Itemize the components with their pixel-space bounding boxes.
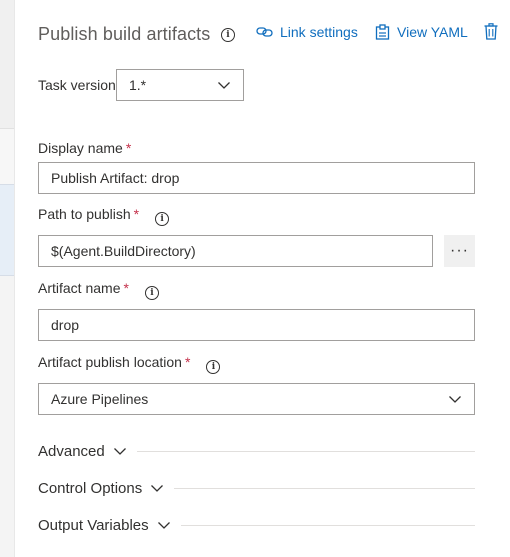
info-icon[interactable]: i: [144, 286, 159, 300]
output-variables-section-toggle[interactable]: Output Variables: [38, 514, 475, 536]
advanced-section-toggle[interactable]: Advanced: [38, 440, 475, 462]
artifact-name-value: drop: [51, 317, 80, 333]
artifact-publish-location-value: Azure Pipelines: [51, 391, 149, 407]
task-version-value: 1.*: [129, 77, 147, 93]
required-marker: *: [123, 280, 129, 296]
section-divider: [136, 450, 475, 452]
chevron-down-icon: [218, 82, 230, 89]
path-to-publish-label: Path to publish * i: [38, 206, 170, 226]
section-divider: [174, 487, 475, 489]
required-marker: *: [125, 140, 132, 156]
chevron-down-icon: [449, 396, 461, 403]
left-panel-segment: [0, 0, 14, 128]
view-yaml-label: View YAML: [397, 24, 468, 40]
left-panel-strip: [0, 0, 15, 557]
remove-task-button[interactable]: [484, 23, 498, 40]
task-version-select[interactable]: 1.*: [116, 69, 244, 101]
path-to-publish-value: $(Agent.BuildDirectory): [51, 243, 196, 259]
chevron-down-icon: [113, 448, 126, 455]
task-header: Publish build artifacts i Link settings …: [38, 18, 510, 50]
artifact-publish-location-select[interactable]: Azure Pipelines: [38, 383, 475, 415]
artifact-publish-location-label: Artifact publish location * i: [38, 354, 221, 374]
view-yaml-button[interactable]: View YAML: [375, 24, 468, 40]
task-version-label: Task version: [38, 77, 116, 93]
control-options-section-label: Control Options: [38, 479, 143, 497]
output-variables-section-label: Output Variables: [38, 516, 149, 534]
advanced-section-label: Advanced: [38, 442, 105, 460]
path-to-publish-field[interactable]: $(Agent.BuildDirectory): [38, 235, 433, 267]
required-marker: *: [184, 354, 191, 370]
path-to-publish-label-text: Path to publish: [38, 206, 131, 222]
info-icon[interactable]: i: [206, 360, 221, 374]
link-settings-button[interactable]: Link settings: [256, 24, 358, 40]
display-name-label: Display name *: [38, 140, 131, 156]
left-panel-segment: [0, 128, 14, 185]
info-icon[interactable]: i: [221, 28, 235, 42]
artifact-publish-location-label-text: Artifact publish location: [38, 354, 182, 370]
link-settings-label: Link settings: [280, 24, 358, 40]
left-panel-selected-segment[interactable]: [0, 184, 14, 276]
chevron-down-icon: [151, 485, 164, 492]
display-name-field[interactable]: Publish Artifact: drop: [38, 162, 475, 194]
required-marker: *: [133, 206, 140, 222]
link-icon: [256, 27, 273, 37]
info-icon[interactable]: i: [155, 212, 170, 226]
chevron-down-icon: [157, 522, 170, 529]
display-name-value: Publish Artifact: drop: [51, 170, 180, 186]
browse-path-button[interactable]: ···: [444, 235, 475, 267]
artifact-name-label-text: Artifact name: [38, 280, 121, 296]
clipboard-icon: [375, 24, 390, 40]
artifact-name-field[interactable]: drop: [38, 309, 475, 341]
section-divider: [180, 524, 475, 526]
control-options-section-toggle[interactable]: Control Options: [38, 477, 475, 499]
display-name-label-text: Display name: [38, 140, 123, 156]
trash-icon: [484, 23, 498, 40]
ellipsis-icon: ···: [450, 242, 469, 259]
page-title: Publish build artifacts: [38, 24, 211, 44]
artifact-name-label: Artifact name * i: [38, 280, 159, 300]
